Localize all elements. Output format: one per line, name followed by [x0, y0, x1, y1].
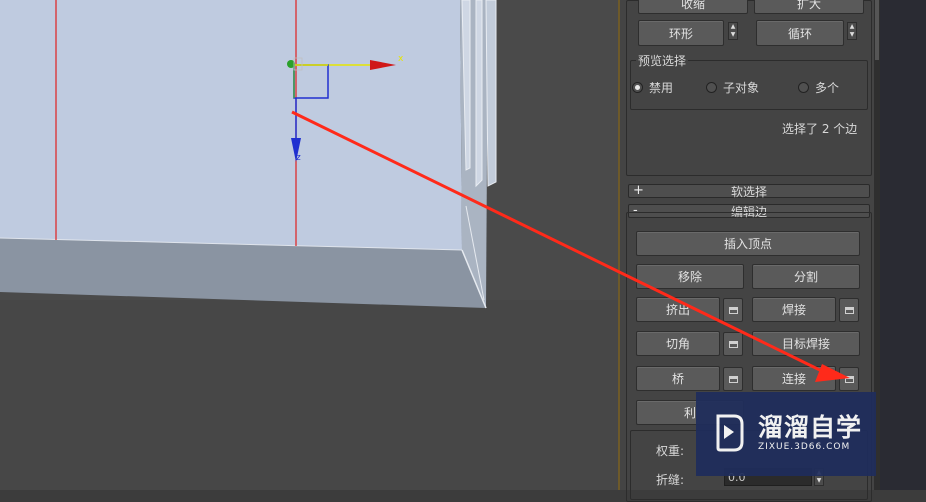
- chamfer-label: 切角: [665, 337, 690, 351]
- loop-label: 循环: [787, 26, 812, 41]
- ring-button[interactable]: 环形: [638, 20, 724, 46]
- watermark-logo-icon: [716, 414, 744, 452]
- viewport-scene: [0, 0, 618, 490]
- bridge-button[interactable]: 桥: [636, 366, 720, 391]
- preview-multiple-radio[interactable]: 多个: [798, 79, 839, 96]
- selection-status: 选择了 2 个边: [782, 122, 858, 136]
- soft-selection-rollout[interactable]: + 软选择: [628, 183, 870, 199]
- settings-window-icon: [728, 375, 738, 383]
- preview-multiple-label: 多个: [815, 81, 840, 95]
- connect-button[interactable]: 连接: [752, 366, 836, 391]
- grow-label: 扩大: [796, 0, 821, 11]
- gizmo-z-label: z: [296, 153, 301, 163]
- weld-button[interactable]: 焊接: [752, 297, 836, 322]
- gizmo-x-label: x: [398, 54, 404, 64]
- extrude-button[interactable]: 挤出: [636, 297, 720, 322]
- insert-vertex-button[interactable]: 插入顶点: [636, 231, 860, 256]
- loop-button[interactable]: 循环: [756, 20, 844, 46]
- connect-settings-button[interactable]: [839, 367, 859, 391]
- ring-spinner[interactable]: ▲ ▼: [728, 22, 738, 40]
- settings-window-icon: [728, 340, 738, 348]
- radio-dot-icon: [798, 82, 809, 93]
- ring-label: 环形: [668, 26, 693, 41]
- radio-dot-icon: [706, 82, 717, 93]
- connect-label: 连接: [781, 372, 806, 386]
- remove-button[interactable]: 移除: [636, 264, 744, 289]
- preview-disabled-label: 禁用: [649, 81, 674, 95]
- split-label: 分割: [793, 270, 818, 284]
- partial-button-label: 利: [683, 406, 696, 420]
- scrollbar-thumb[interactable]: [875, 0, 879, 60]
- preview-subobject-radio[interactable]: 子对象: [706, 79, 759, 96]
- crease-label: 折缝:: [656, 473, 685, 487]
- grow-button[interactable]: 扩大: [754, 0, 864, 14]
- bridge-settings-button[interactable]: [723, 367, 743, 391]
- watermark-overlay: 溜溜自学 ZIXUE.3D66.COM: [696, 392, 876, 476]
- settings-window-icon: [728, 306, 738, 314]
- radio-dot-icon: [632, 82, 643, 93]
- weight-label: 权重:: [656, 444, 685, 458]
- perspective-viewport[interactable]: x z: [0, 0, 618, 490]
- watermark-url: ZIXUE.3D66.COM: [758, 442, 851, 452]
- soft-selection-label: 软选择: [730, 184, 767, 199]
- preview-selection-title: 预览选择: [636, 52, 689, 69]
- settings-window-icon: [844, 375, 854, 383]
- box-front-face: [0, 0, 462, 250]
- split-button[interactable]: 分割: [752, 264, 860, 289]
- preview-disabled-radio[interactable]: 禁用: [632, 79, 673, 96]
- watermark-title: 溜溜自学: [758, 413, 863, 442]
- extrude-label: 挤出: [665, 303, 690, 317]
- target-weld-button[interactable]: 目标焊接: [752, 331, 860, 356]
- weld-label: 焊接: [781, 303, 806, 317]
- bridge-label: 桥: [671, 372, 684, 386]
- insert-vertex-label: 插入顶点: [723, 237, 772, 251]
- settings-window-icon: [844, 306, 854, 314]
- chamfer-settings-button[interactable]: [723, 332, 743, 356]
- window-edge: [880, 0, 926, 490]
- target-weld-label: 目标焊接: [781, 337, 830, 351]
- weld-settings-button[interactable]: [839, 298, 859, 322]
- expand-icon: +: [633, 183, 644, 198]
- loop-spinner[interactable]: ▲ ▼: [847, 22, 857, 40]
- shrink-label: 收缩: [680, 0, 705, 11]
- extrude-settings-button[interactable]: [723, 298, 743, 322]
- shrink-button[interactable]: 收缩: [638, 0, 748, 14]
- chamfer-button[interactable]: 切角: [636, 331, 720, 356]
- preview-subobject-label: 子对象: [723, 81, 760, 95]
- remove-label: 移除: [677, 270, 702, 284]
